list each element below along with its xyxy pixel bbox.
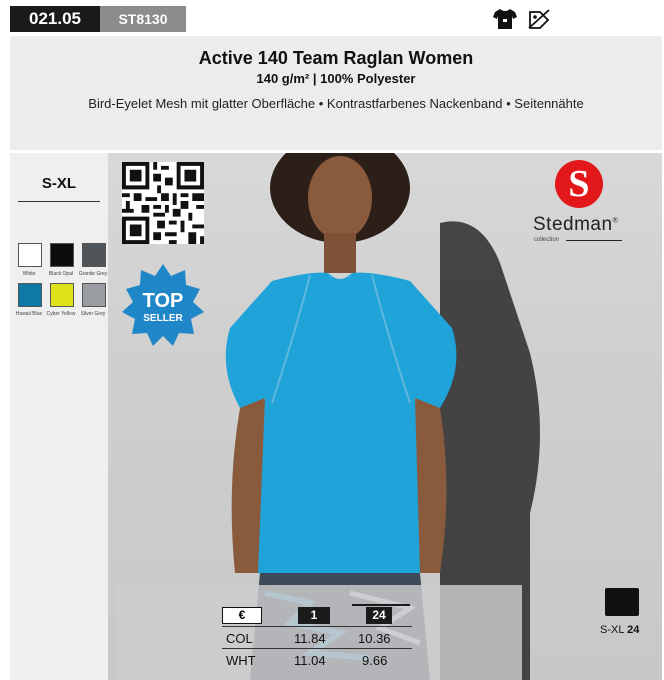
swatch-label: Silver Grey xyxy=(80,311,106,317)
price-col-24: 24 xyxy=(366,607,392,624)
catalog-number: 021.05 xyxy=(10,6,100,32)
swatch-granite-grey[interactable] xyxy=(82,243,106,267)
price-row-label: WHT xyxy=(226,653,256,668)
top-seller-badge: TOP SELLER xyxy=(122,264,204,346)
price-value: 9.66 xyxy=(362,653,388,668)
carton-icon xyxy=(605,588,639,616)
price-row-label: COL xyxy=(226,631,253,646)
top-bar: 021.05 ST8130 xyxy=(0,0,664,36)
tshirt-icon xyxy=(493,9,517,29)
article-number: ST8130 xyxy=(100,6,186,32)
size-range: S-XL xyxy=(41,175,77,192)
swatch-label: Granite Grey xyxy=(78,271,108,277)
care-icons xyxy=(492,6,552,32)
row-divider xyxy=(222,626,412,627)
swatch-black-opal[interactable] xyxy=(50,243,74,267)
badge-seller-text: SELLER xyxy=(143,313,183,324)
badge-top-text: TOP xyxy=(143,290,184,312)
no-iron-icon xyxy=(528,9,550,29)
swatch-label: Black Opal xyxy=(48,271,74,277)
brand-collection: collection xyxy=(534,237,560,243)
brand-underline xyxy=(566,240,622,241)
swatch-label: Hawaii Blue xyxy=(15,311,43,317)
divider xyxy=(18,201,100,202)
product-title: Active 140 Team Raglan Women xyxy=(198,48,474,68)
product-subtitle: 140 g/m² | 100% Polyester xyxy=(256,71,416,86)
price-value: 11.04 xyxy=(294,653,326,668)
row-divider xyxy=(222,648,412,649)
product-description: Bird-Eyelet Mesh mit glatter Oberfläche … xyxy=(88,96,584,111)
size-panel: S-XL White Black Opal Granite Grey Hawai… xyxy=(10,153,108,680)
price-col-1: 1 xyxy=(298,607,330,624)
price-currency: € xyxy=(222,607,262,624)
price-value: 11.84 xyxy=(294,631,326,646)
swatch-label: White xyxy=(22,271,36,277)
price-value: 10.36 xyxy=(358,631,391,646)
brand-name: Stedman® xyxy=(533,214,619,235)
swatch-hawaii-blue[interactable] xyxy=(18,283,42,307)
swatch-white[interactable] xyxy=(18,243,42,267)
price-col-24-bar xyxy=(352,604,410,606)
swatch-label: Cyber Yellow xyxy=(46,311,76,317)
stedman-logo-s: S xyxy=(568,163,590,205)
swatch-cyber-yellow[interactable] xyxy=(50,283,74,307)
swatch-silver-grey[interactable] xyxy=(82,283,106,307)
packaging-info: S-XL 24 xyxy=(600,624,640,636)
product-header: Active 140 Team Raglan Women 140 g/m² | … xyxy=(10,36,662,150)
qr-code[interactable] xyxy=(122,162,204,244)
